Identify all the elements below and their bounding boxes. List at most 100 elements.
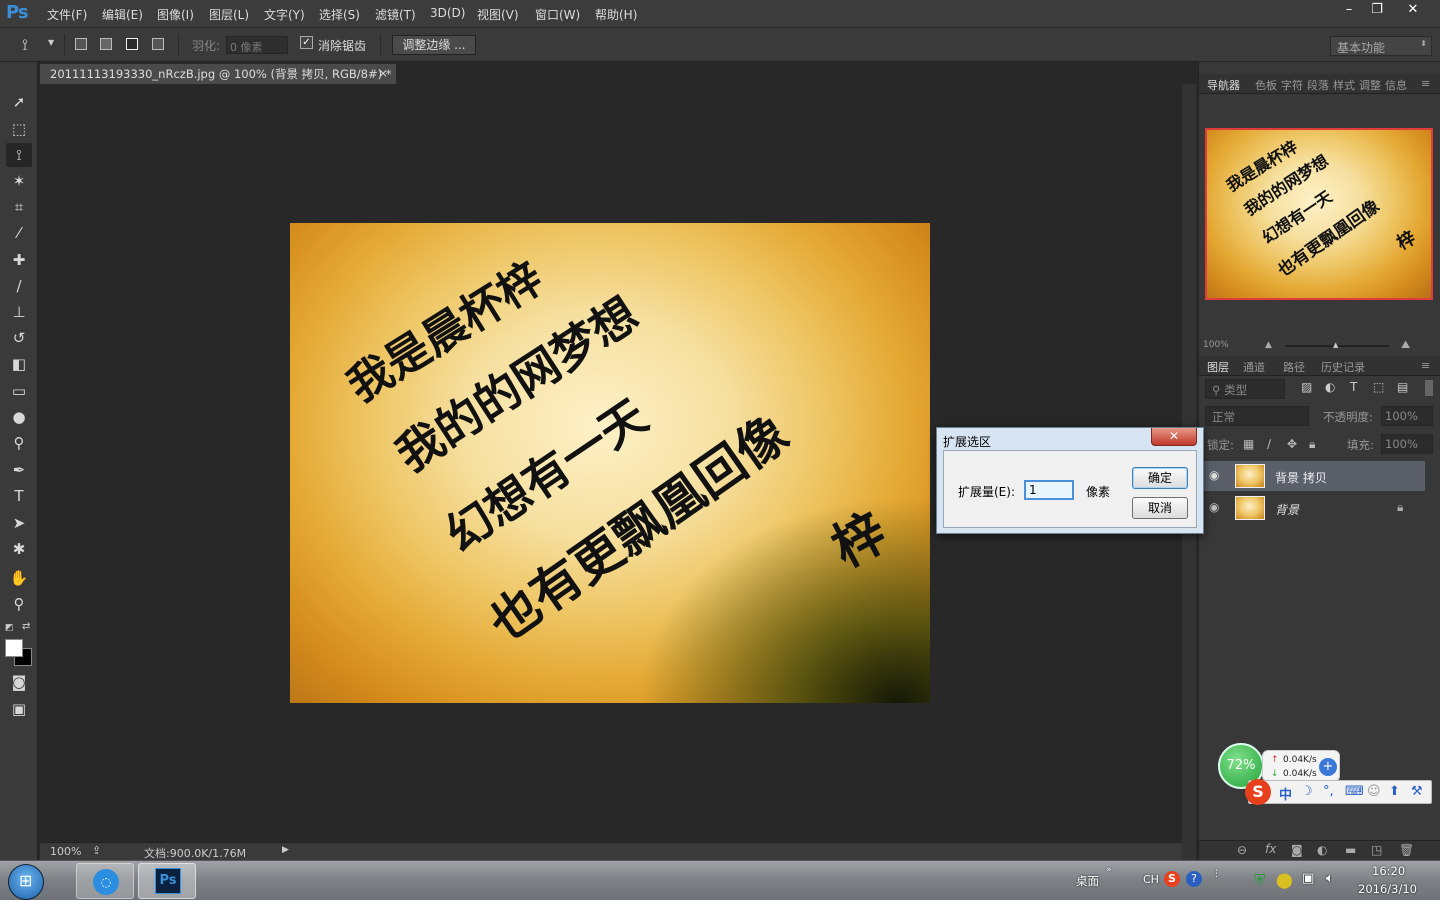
antialias-checkbox[interactable]: ✓ [300, 36, 313, 49]
opacity-field[interactable]: 100% [1381, 406, 1433, 426]
keyboard-icon[interactable]: ⌨ [1345, 784, 1364, 799]
wrench-icon[interactable]: ⚒ [1411, 784, 1423, 799]
add-mask-icon[interactable]: ◙ [1291, 843, 1303, 857]
blur-tool-icon[interactable]: ● [6, 405, 32, 429]
pen-tool-icon[interactable]: ✒ [6, 458, 32, 482]
tab-history[interactable]: 历史记录 [1321, 359, 1365, 375]
ok-button[interactable]: 确定 [1132, 467, 1188, 489]
menu-window[interactable]: 窗口(W) [535, 6, 580, 23]
document-image[interactable]: 我是晨杯梓 我的的网梦想 幻想有一天 也有更飘凰回像 梓 [290, 223, 930, 703]
dodge-tool-icon[interactable]: ⚲ [6, 431, 32, 455]
close-window-button[interactable]: ✕ [1396, 0, 1430, 20]
fx-icon[interactable]: fx [1265, 842, 1276, 856]
layer-name[interactable]: 背景 [1275, 501, 1299, 518]
expand-toolbar-icon[interactable]: » [1106, 865, 1112, 875]
tab-channels[interactable]: 通道 [1243, 359, 1265, 375]
expand-amount-input[interactable] [1024, 480, 1074, 500]
start-button[interactable]: ⊞ [8, 864, 44, 900]
user-icon[interactable]: ☺ [1367, 784, 1381, 799]
lock-position-icon[interactable]: ✥ [1287, 437, 1297, 451]
foreground-color-swatch[interactable] [5, 639, 23, 657]
layer-filter-select[interactable]: ⚲ 类型 [1205, 379, 1285, 399]
tab-styles[interactable]: 样式 [1333, 77, 1355, 93]
workspace-select[interactable]: 基本功能 ⬍ [1330, 36, 1432, 56]
network-icon[interactable]: ▣ [1302, 871, 1314, 886]
eraser-icon[interactable]: ◧ [6, 352, 32, 376]
tab-paragraph[interactable]: 段落 [1307, 77, 1329, 93]
layer-row[interactable]: ◉ 背景 拷贝 [1199, 461, 1425, 491]
sogou-tray-icon[interactable]: S [1164, 871, 1180, 887]
status-menu-icon[interactable]: ▶ [282, 845, 289, 855]
menu-3d[interactable]: 3D(D) [430, 6, 465, 20]
close-tab-icon[interactable]: × [378, 66, 388, 80]
chevron-down-icon[interactable]: ▼ [48, 38, 54, 47]
menu-help[interactable]: 帮助(H) [595, 6, 637, 23]
filter-type-icon[interactable]: T [1350, 380, 1357, 394]
adjustment-layer-icon[interactable]: ◐ [1317, 843, 1327, 857]
input-language[interactable]: CH [1143, 873, 1159, 886]
share-icon[interactable]: ⇪ [92, 844, 101, 857]
tab-layers[interactable]: 图层 [1207, 359, 1229, 375]
brush-tool-icon[interactable]: ∕ [6, 274, 32, 298]
polygon-lasso-icon[interactable]: ⟟ [22, 35, 28, 55]
filter-shape-icon[interactable]: ⬚ [1373, 380, 1384, 394]
lock-pixels-icon[interactable]: ∕ [1267, 437, 1271, 451]
type-tool-icon[interactable]: T [6, 484, 32, 508]
link-layers-icon[interactable]: ⊖ [1237, 843, 1247, 857]
filter-smart-icon[interactable]: ▤ [1397, 380, 1408, 394]
tab-info[interactable]: 信息 [1385, 77, 1407, 93]
screen-mode-icon[interactable]: ▣ [6, 697, 32, 721]
menu-file[interactable]: 文件(F) [47, 6, 87, 23]
quick-mask-icon[interactable]: ◙ [6, 670, 32, 694]
move-tool-icon[interactable]: ➚ [6, 90, 32, 114]
volume-icon[interactable]: 🔈︎ [1326, 871, 1334, 886]
feather-input[interactable]: 0 像素 [226, 36, 288, 54]
subtract-selection-icon[interactable] [126, 38, 138, 50]
refine-edge-button[interactable]: 调整边缘 ... [392, 35, 476, 55]
menu-select[interactable]: 选择(S) [319, 6, 360, 23]
lock-all-icon[interactable]: 🔒︎ [1309, 437, 1315, 452]
fill-field[interactable]: 100% [1381, 434, 1433, 454]
lock-transparent-icon[interactable]: ▦ [1243, 437, 1254, 451]
blend-mode-select[interactable]: 正常 [1205, 406, 1309, 426]
history-brush-icon[interactable]: ↺ [6, 326, 32, 350]
zoom-out-icon[interactable]: ▲ [1265, 340, 1272, 350]
navigator-thumbnail[interactable]: 我是晨杯梓 我的的网梦想 幻想有一天 也有更飘凰回像 梓 [1205, 128, 1433, 300]
dialog-close-button[interactable]: ✕ [1151, 428, 1197, 446]
clock-time[interactable]: 16:20 [1372, 864, 1405, 878]
panel-menu-icon[interactable]: ≡ [1421, 77, 1430, 90]
menu-view[interactable]: 视图(V) [477, 6, 519, 23]
hand-tool-icon[interactable]: ✋ [6, 566, 32, 590]
tray-app-icon[interactable]: ⬤ [1276, 871, 1293, 889]
navigator-zoom[interactable]: 100% [1203, 340, 1229, 350]
sogou-logo-icon[interactable]: S [1245, 779, 1271, 805]
tab-swatches[interactable]: 色板 [1255, 77, 1277, 93]
layer-name[interactable]: 背景 拷贝 [1275, 469, 1327, 486]
marquee-tool-icon[interactable]: ⬚ [6, 117, 32, 141]
magic-wand-icon[interactable]: ✶ [6, 169, 32, 193]
zoom-tool-icon[interactable]: ⚲ [6, 592, 32, 616]
menu-filter[interactable]: 滤镜(T) [375, 6, 416, 23]
zoom-slider-handle[interactable]: ▲ [1333, 341, 1338, 349]
filter-adjustment-icon[interactable]: ◐ [1325, 380, 1335, 394]
menu-edit[interactable]: 编辑(E) [102, 6, 143, 23]
help-icon[interactable]: ? [1186, 871, 1202, 887]
new-layer-icon[interactable]: ◳ [1371, 843, 1382, 857]
clock-date[interactable]: 2016/3/10 [1358, 882, 1417, 896]
skin-icon[interactable]: ⬆ [1389, 784, 1400, 799]
moon-icon[interactable]: ☽ [1301, 784, 1313, 799]
tab-navigator[interactable]: 导航器 [1207, 77, 1240, 93]
path-select-icon[interactable]: ➤ [6, 511, 32, 535]
new-selection-icon[interactable] [75, 38, 87, 50]
tray-expand-icon[interactable]: ⋮ [1212, 869, 1221, 879]
crop-tool-icon[interactable]: ⌗ [6, 195, 32, 219]
punctuation-icon[interactable]: °, [1323, 784, 1334, 799]
visibility-eye-icon[interactable]: ◉ [1209, 500, 1219, 514]
zoom-in-icon[interactable]: ⛰ [1401, 338, 1410, 352]
taskbar-app-browser[interactable]: ◌ [76, 863, 134, 899]
menu-layer[interactable]: 图层(L) [209, 6, 249, 23]
new-group-icon[interactable]: ▬ [1345, 843, 1356, 857]
trash-icon[interactable]: 🗑︎ [1399, 843, 1414, 857]
document-tab[interactable]: 20111113193330_nRczB.jpg @ 100% (背景 拷贝, … [40, 64, 396, 84]
filter-pixel-icon[interactable]: ▨ [1301, 380, 1312, 394]
